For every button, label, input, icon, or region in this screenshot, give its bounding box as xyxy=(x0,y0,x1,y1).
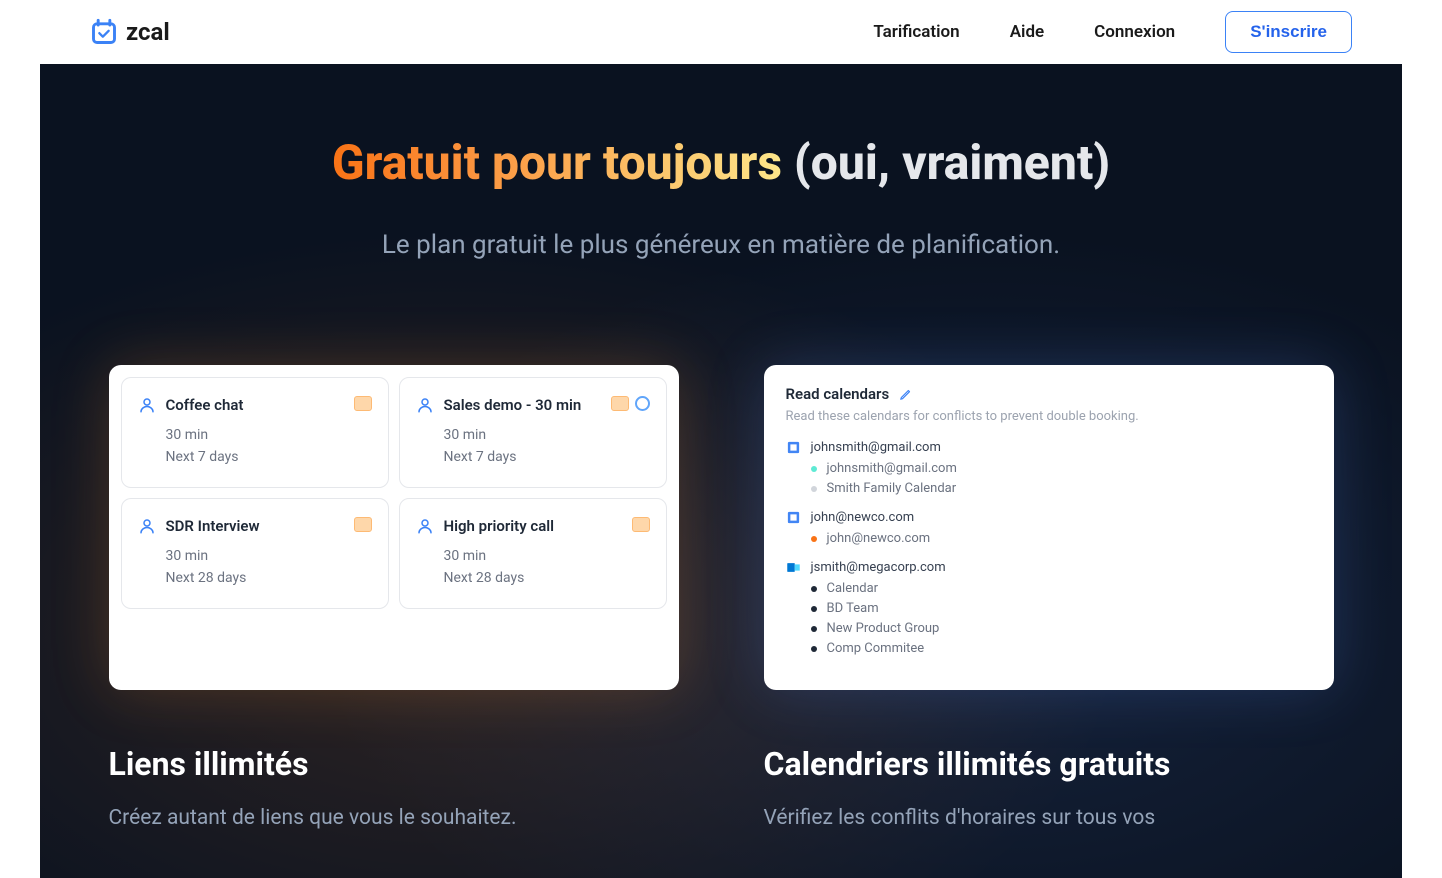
calendar-sub-item[interactable]: Calendar xyxy=(811,581,1312,596)
logo-text: zcal xyxy=(126,18,170,46)
calendar-label: New Product Group xyxy=(827,621,940,636)
header: zcal Tarification Aide Connexion S'inscr… xyxy=(40,0,1402,64)
feature-block-left: Liens illimités Créez autant de liens qu… xyxy=(109,745,679,835)
calendar-sub-item[interactable]: johnsmith@gmail.com xyxy=(811,461,1312,476)
calendars-panel: Read calendars Read these calendars for … xyxy=(764,365,1334,690)
calendar-email: john@newco.com xyxy=(811,510,915,525)
nav-login[interactable]: Connexion xyxy=(1094,22,1175,42)
event-duration: 30 min xyxy=(166,424,372,446)
event-card[interactable]: Coffee chat 30 min Next 7 days xyxy=(121,377,389,488)
calendar-label: Comp Commitee xyxy=(827,641,925,656)
events-panel: Coffee chat 30 min Next 7 days xyxy=(109,365,679,690)
event-title: Sales demo - 30 min xyxy=(444,396,582,414)
calendar-sub-item[interactable]: john@newco.com xyxy=(811,531,1312,546)
calendar-label: Calendar xyxy=(827,581,879,596)
image-badge-icon xyxy=(354,396,372,411)
feature-row: Liens illimités Créez autant de liens qu… xyxy=(90,745,1352,835)
event-card[interactable]: High priority call 30 min Next 28 days xyxy=(399,498,667,609)
event-title: SDR Interview xyxy=(166,517,260,535)
event-title: High priority call xyxy=(444,517,555,535)
calendar-account: jsmith@megacorp.com Calendar BD Team xyxy=(786,560,1312,656)
play-circle-icon xyxy=(635,396,650,411)
event-card[interactable]: Sales demo - 30 min 30 min Next 7 days xyxy=(399,377,667,488)
google-calendar-icon xyxy=(786,440,801,455)
bullet-icon xyxy=(811,466,817,472)
bullet-icon xyxy=(811,486,817,492)
feature-block-right: Calendriers illimités gratuits Vérifiez … xyxy=(764,745,1334,835)
pencil-icon[interactable] xyxy=(899,387,913,401)
image-badge-icon xyxy=(611,396,629,411)
event-range: Next 7 days xyxy=(444,446,650,468)
event-duration: 30 min xyxy=(166,545,372,567)
person-icon xyxy=(416,517,434,535)
calendar-email: jsmith@megacorp.com xyxy=(811,560,946,575)
calendar-email: johnsmith@gmail.com xyxy=(811,440,941,455)
hero-subtitle: Le plan gratuit le plus généreux en mati… xyxy=(371,226,1071,265)
nav-pricing[interactable]: Tarification xyxy=(873,22,959,42)
feature-desc: Vérifiez les conflits d'horaires sur tou… xyxy=(764,803,1334,835)
nav: Tarification Aide Connexion S'inscrire xyxy=(873,11,1352,53)
event-title: Coffee chat xyxy=(166,396,244,414)
calendar-account: johnsmith@gmail.com johnsmith@gmail.com … xyxy=(786,440,1312,496)
hero-title-white: (oui, vraiment) xyxy=(782,134,1110,191)
calendar-sub-item[interactable]: Comp Commitee xyxy=(811,641,1312,656)
calendar-logo-icon xyxy=(90,18,118,46)
event-range: Next 28 days xyxy=(166,567,372,589)
calendars-subtitle: Read these calendars for conflicts to pr… xyxy=(786,409,1312,424)
feature-title: Liens illimités xyxy=(109,745,679,783)
calendar-label: BD Team xyxy=(827,601,879,616)
feature-desc: Créez autant de liens que vous le souhai… xyxy=(109,803,679,835)
event-range: Next 28 days xyxy=(444,567,650,589)
bullet-icon xyxy=(811,536,817,542)
signup-button[interactable]: S'inscrire xyxy=(1225,11,1352,53)
calendar-sub-item[interactable]: New Product Group xyxy=(811,621,1312,636)
calendars-title: Read calendars xyxy=(786,385,890,403)
person-icon xyxy=(138,517,156,535)
calendar-label: Smith Family Calendar xyxy=(827,481,957,496)
google-calendar-icon xyxy=(786,510,801,525)
hero-title-gradient: Gratuit pour toujours xyxy=(332,134,782,191)
feature-title: Calendriers illimités gratuits xyxy=(764,745,1334,783)
bullet-icon xyxy=(811,606,817,612)
outlook-icon xyxy=(786,560,801,575)
calendar-sub-item[interactable]: BD Team xyxy=(811,601,1312,616)
calendar-label: john@newco.com xyxy=(827,531,931,546)
bullet-icon xyxy=(811,586,817,592)
cards-row: Coffee chat 30 min Next 7 days xyxy=(90,365,1352,690)
event-duration: 30 min xyxy=(444,424,650,446)
event-grid: Coffee chat 30 min Next 7 days xyxy=(121,377,667,609)
event-duration: 30 min xyxy=(444,545,650,567)
person-icon xyxy=(416,396,434,414)
hero-title: Gratuit pour toujours (oui, vraiment) xyxy=(90,134,1352,191)
bullet-icon xyxy=(811,646,817,652)
hero-section: Gratuit pour toujours (oui, vraiment) Le… xyxy=(40,64,1402,878)
logo[interactable]: zcal xyxy=(90,18,170,46)
person-icon xyxy=(138,396,156,414)
nav-help[interactable]: Aide xyxy=(1010,22,1044,42)
event-range: Next 7 days xyxy=(166,446,372,468)
image-badge-icon xyxy=(354,517,372,532)
calendar-label: johnsmith@gmail.com xyxy=(827,461,957,476)
calendar-account: john@newco.com john@newco.com xyxy=(786,510,1312,546)
bullet-icon xyxy=(811,626,817,632)
event-card[interactable]: SDR Interview 30 min Next 28 days xyxy=(121,498,389,609)
calendar-sub-item[interactable]: Smith Family Calendar xyxy=(811,481,1312,496)
image-badge-icon xyxy=(632,517,650,532)
